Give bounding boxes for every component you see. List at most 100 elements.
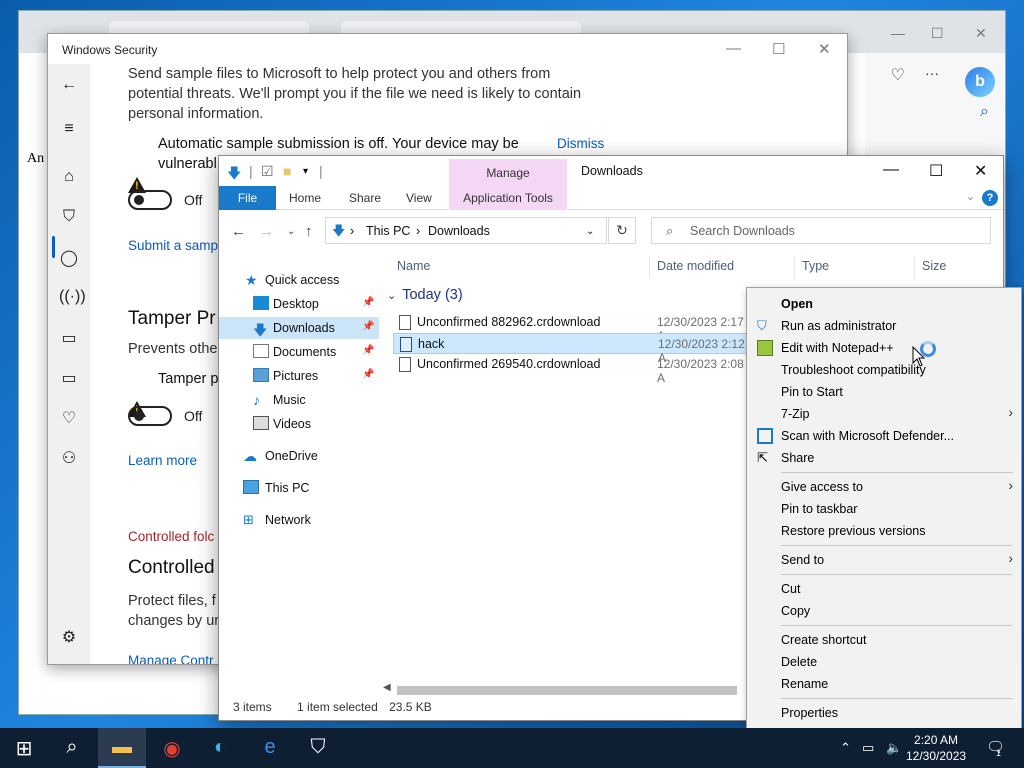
up-icon[interactable]: ↑ bbox=[305, 223, 313, 240]
column-divider[interactable] bbox=[649, 256, 650, 278]
submit-sample-link[interactable]: Submit a samp bbox=[128, 238, 218, 253]
menu-item-give-access[interactable]: Give access to bbox=[781, 480, 863, 494]
file-row[interactable]: Unconfirmed 882962.crdownload 12/30/2023… bbox=[393, 312, 753, 343]
menu-item-run-as-administrator[interactable]: Run as administrator bbox=[781, 319, 896, 333]
edge-icon[interactable]: ◐ bbox=[196, 728, 244, 768]
tab-share[interactable]: Share bbox=[349, 191, 381, 205]
minimize-icon[interactable]: — bbox=[883, 161, 899, 179]
family-icon[interactable]: ⚇ bbox=[59, 448, 79, 468]
account-icon[interactable]: ◯ bbox=[59, 248, 79, 268]
chevron-down-icon[interactable]: ⌄ bbox=[387, 290, 396, 302]
nav-item-onedrive[interactable]: ☁ OneDrive bbox=[219, 445, 379, 467]
menu-item-edit-with-notepad[interactable]: Edit with Notepad++ bbox=[781, 341, 894, 355]
wireless-icon[interactable]: ((·)) bbox=[59, 288, 86, 308]
volume-muted-icon[interactable]: 🔈 bbox=[886, 740, 902, 756]
home-icon[interactable]: ⌂ bbox=[59, 168, 79, 188]
qa-dropdown-icon[interactable]: ▾ bbox=[303, 166, 308, 177]
tab-home[interactable]: Home bbox=[289, 191, 321, 205]
back-icon[interactable]: ← bbox=[59, 76, 79, 96]
search-icon[interactable]: ⌕ bbox=[980, 103, 989, 121]
chrome-icon[interactable]: ◉ bbox=[148, 728, 196, 768]
more-icon[interactable]: ··· bbox=[925, 65, 939, 81]
nav-item-music[interactable]: ♪ Music bbox=[219, 389, 379, 411]
breadcrumb-downloads[interactable]: Downloads bbox=[428, 224, 490, 238]
refresh-button[interactable]: ↻ bbox=[608, 217, 636, 244]
internet-explorer-icon[interactable]: e bbox=[246, 728, 294, 768]
nav-item-desktop[interactable]: Desktop 📌 bbox=[219, 293, 379, 315]
menu-item-cut[interactable]: Cut bbox=[781, 582, 800, 596]
app-browser-icon[interactable]: ▭ bbox=[59, 328, 79, 348]
tamper-toggle[interactable] bbox=[128, 406, 172, 426]
file-row[interactable]: Unconfirmed 269540.crdownload 12/30/2023… bbox=[393, 354, 753, 385]
chevron-up-icon[interactable]: ⌃ bbox=[840, 740, 851, 756]
menu-item-restore-versions[interactable]: Restore previous versions bbox=[781, 524, 926, 538]
sample-submission-toggle[interactable] bbox=[128, 190, 172, 210]
menu-item-troubleshoot[interactable]: Troubleshoot compatibility bbox=[781, 363, 926, 377]
dismiss-link[interactable]: Dismiss bbox=[557, 136, 604, 151]
menu-item-pin-to-start[interactable]: Pin to Start bbox=[781, 385, 843, 399]
maximize-icon[interactable]: ☐ bbox=[929, 161, 943, 181]
nav-item-downloads[interactable]: 🡇 Downloads 📌 bbox=[219, 317, 379, 339]
tab-file[interactable]: File bbox=[219, 186, 276, 210]
menu-item-properties[interactable]: Properties bbox=[781, 706, 838, 720]
tab-application-tools[interactable]: Application Tools bbox=[449, 186, 567, 210]
close-icon[interactable]: ✕ bbox=[818, 40, 831, 58]
bing-icon[interactable]: b bbox=[965, 67, 995, 97]
nav-item-network[interactable]: ⊞ Network bbox=[219, 509, 379, 531]
help-icon[interactable]: ? bbox=[982, 190, 998, 206]
device-icon[interactable]: ▭ bbox=[59, 368, 79, 388]
search-icon[interactable]: ⌕ bbox=[48, 728, 96, 768]
health-icon[interactable]: ♡ bbox=[59, 408, 79, 428]
close-icon[interactable]: ✕ bbox=[975, 25, 987, 42]
col-size[interactable]: Size bbox=[922, 259, 946, 273]
windows-security-taskbar-icon[interactable]: ⛉ bbox=[294, 728, 342, 768]
recent-dropdown-icon[interactable]: ⌄ bbox=[287, 226, 295, 237]
maximize-icon[interactable]: ☐ bbox=[931, 25, 944, 42]
heartbeat-icon[interactable]: ♡ bbox=[891, 65, 905, 85]
settings-icon[interactable]: ⚙ bbox=[59, 627, 79, 647]
start-button[interactable]: ⊞ bbox=[0, 728, 48, 768]
menu-item-share[interactable]: Share bbox=[781, 451, 814, 465]
file-explorer-taskbar-icon[interactable]: ▬ bbox=[98, 728, 146, 768]
close-icon[interactable]: ✕ bbox=[974, 161, 987, 181]
menu-item-send-to[interactable]: Send to bbox=[781, 553, 824, 567]
menu-item-scan-defender[interactable]: Scan with Microsoft Defender... bbox=[781, 429, 954, 443]
column-divider[interactable] bbox=[914, 256, 915, 278]
group-header-today[interactable]: ⌄ Today (3) bbox=[387, 287, 463, 303]
nav-item-quick-access[interactable]: ★ Quick access bbox=[219, 269, 379, 291]
menu-item-open[interactable]: Open bbox=[781, 297, 813, 311]
hamburger-icon[interactable]: ≡ bbox=[59, 120, 79, 140]
file-row-selected[interactable]: hack 12/30/2023 2:12 A bbox=[393, 333, 753, 365]
minimize-icon[interactable]: — bbox=[891, 25, 905, 41]
menu-item-copy[interactable]: Copy bbox=[781, 604, 810, 618]
menu-item-create-shortcut[interactable]: Create shortcut bbox=[781, 633, 866, 647]
network-icon[interactable]: ▭ bbox=[862, 740, 874, 756]
forward-icon[interactable]: → bbox=[259, 223, 274, 240]
clock[interactable]: 2:20 AM 12/30/2023 bbox=[906, 732, 966, 764]
learn-more-link[interactable]: Learn more bbox=[128, 453, 197, 468]
new-folder-icon[interactable]: ■ bbox=[283, 163, 291, 179]
column-divider[interactable] bbox=[794, 256, 795, 278]
tab-view[interactable]: View bbox=[406, 191, 432, 205]
properties-icon[interactable]: ☑ bbox=[261, 163, 274, 180]
menu-item-delete[interactable]: Delete bbox=[781, 655, 817, 669]
horizontal-scrollbar[interactable]: ◀ bbox=[383, 682, 753, 696]
col-date-modified[interactable]: Date modified bbox=[657, 259, 734, 273]
nav-item-pictures[interactable]: Pictures 📌 bbox=[219, 365, 379, 387]
manage-controlled-link[interactable]: Manage Contr bbox=[128, 653, 214, 664]
col-type[interactable]: Type bbox=[802, 259, 829, 273]
menu-item-7zip[interactable]: 7-Zip bbox=[781, 407, 809, 421]
chevron-down-icon[interactable]: ⌄ bbox=[966, 190, 975, 203]
nav-item-this-pc[interactable]: This PC bbox=[219, 477, 379, 499]
back-icon[interactable]: ← bbox=[231, 223, 246, 240]
scroll-thumb[interactable] bbox=[397, 686, 737, 695]
address-bar[interactable]: 🡇 › This PC › Downloads ⌄ bbox=[325, 217, 607, 244]
breadcrumb-this-pc[interactable]: This PC bbox=[366, 224, 410, 238]
menu-item-rename[interactable]: Rename bbox=[781, 677, 828, 691]
tab-manage[interactable]: Manage bbox=[449, 159, 567, 186]
nav-item-documents[interactable]: Documents 📌 bbox=[219, 341, 379, 363]
chevron-down-icon[interactable]: ⌄ bbox=[586, 226, 594, 237]
search-box[interactable]: ⌕ Search Downloads bbox=[651, 217, 991, 244]
col-name[interactable]: Name bbox=[397, 259, 430, 273]
shield-icon[interactable]: ⛉ bbox=[59, 208, 79, 228]
